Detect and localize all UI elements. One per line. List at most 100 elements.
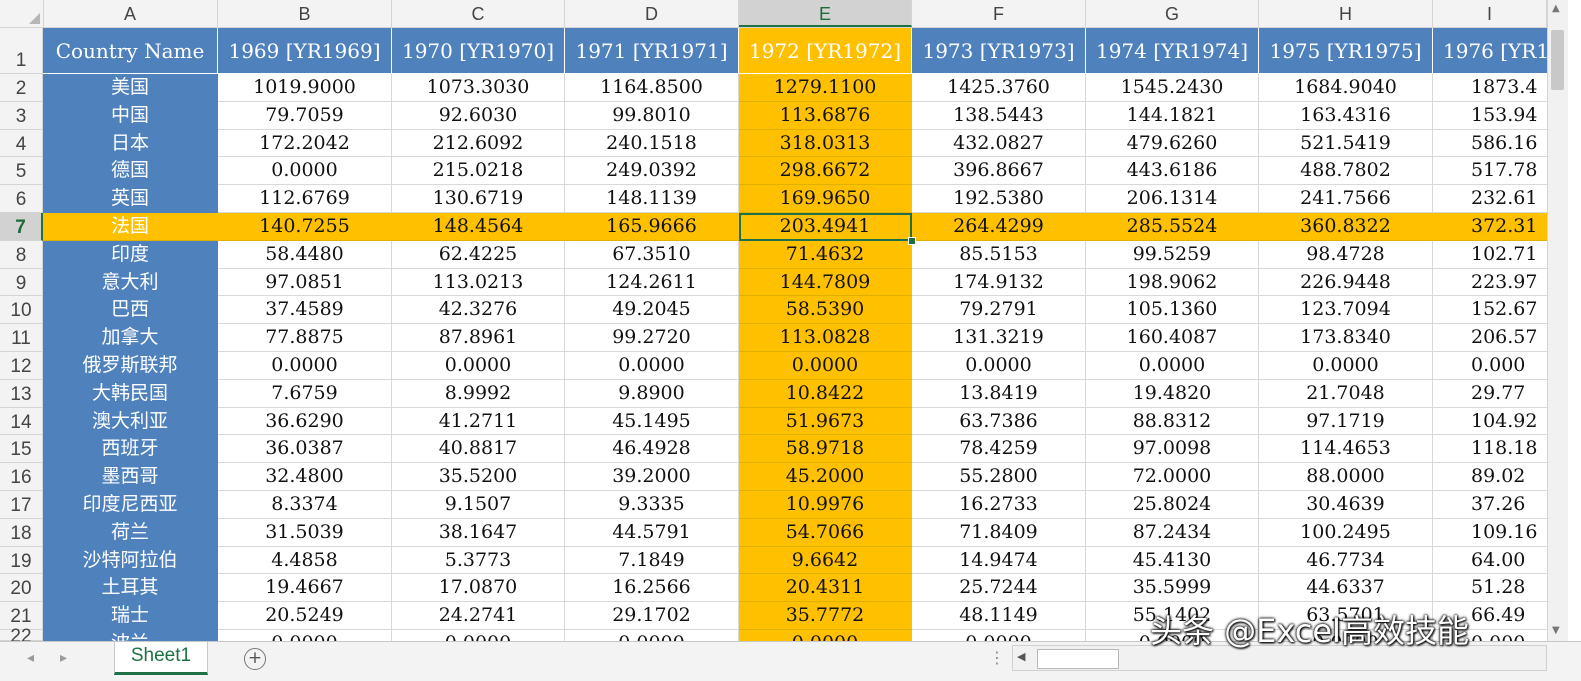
data-cell[interactable]: 58.5390	[739, 296, 912, 325]
data-cell[interactable]: 0.0000	[218, 630, 392, 641]
data-cell[interactable]: 215.0218	[392, 157, 565, 186]
data-cell[interactable]: 25.7244	[912, 574, 1086, 603]
header-cell[interactable]: 1975 [YR1975]	[1259, 28, 1433, 74]
data-cell[interactable]: 8.3374	[218, 491, 392, 519]
country-name-cell[interactable]: 澳大利亚	[43, 407, 218, 436]
data-cell[interactable]: 100.2495	[1259, 518, 1433, 547]
row-header[interactable]: 1	[0, 28, 43, 74]
data-cell[interactable]: 173.8340	[1259, 324, 1433, 352]
data-cell[interactable]: 79.7059	[218, 101, 392, 130]
data-cell[interactable]: 97.1719	[1259, 407, 1433, 436]
column-header-d[interactable]: D	[565, 0, 739, 27]
data-cell[interactable]: 109.16	[1433, 519, 1547, 547]
country-name-cell[interactable]: 美国	[43, 74, 218, 102]
data-cell[interactable]: 87.2434	[1086, 518, 1259, 547]
row-header[interactable]: 18	[0, 518, 43, 547]
data-cell[interactable]: 118.18	[1433, 435, 1547, 464]
data-cell[interactable]: 20.5249	[218, 602, 392, 630]
data-cell[interactable]: 586.16	[1433, 130, 1547, 158]
data-cell[interactable]: 7.6759	[218, 379, 392, 408]
column-header-b[interactable]: B	[218, 0, 392, 27]
data-cell[interactable]: 99.2720	[565, 324, 739, 352]
data-cell[interactable]: 51.9673	[739, 407, 912, 436]
data-cell[interactable]: 99.8010	[565, 101, 739, 130]
next-sheet-icon[interactable]: ▸	[60, 650, 67, 666]
country-name-cell[interactable]: 墨西哥	[43, 463, 218, 491]
column-header-g[interactable]: G	[1086, 0, 1259, 27]
data-cell[interactable]: 32.4800	[218, 463, 392, 491]
row-header[interactable]: 7	[0, 213, 43, 241]
data-cell[interactable]: 40.8817	[392, 435, 565, 464]
active-cell[interactable]: 203.4941	[739, 213, 912, 241]
data-cell[interactable]: 45.4130	[1086, 546, 1259, 575]
row-header[interactable]: 3	[0, 101, 43, 130]
data-cell[interactable]: 112.6769	[218, 185, 392, 213]
data-cell[interactable]: 148.4564	[392, 213, 565, 241]
data-cell[interactable]: 97.0851	[218, 268, 392, 297]
column-header-a[interactable]: A	[43, 0, 218, 27]
add-sheet-icon[interactable]: +	[244, 648, 266, 670]
data-cell[interactable]: 153.94	[1433, 102, 1547, 130]
data-cell[interactable]: 396.8667	[912, 157, 1086, 186]
country-name-cell[interactable]: 印度	[43, 240, 218, 269]
data-cell[interactable]: 102.71	[1433, 241, 1547, 269]
data-cell[interactable]: 223.97	[1433, 269, 1547, 297]
data-cell[interactable]: 160.4087	[1086, 324, 1259, 352]
data-cell[interactable]: 138.5443	[912, 101, 1086, 130]
data-cell[interactable]: 0.0000	[1259, 352, 1433, 380]
data-cell[interactable]: 206.1314	[1086, 185, 1259, 213]
data-cell[interactable]: 9.3335	[565, 491, 739, 519]
data-cell[interactable]: 49.2045	[565, 296, 739, 325]
data-cell[interactable]: 99.5259	[1086, 240, 1259, 269]
select-all-corner[interactable]	[0, 0, 44, 27]
data-cell[interactable]: 192.5380	[912, 185, 1086, 213]
country-name-cell[interactable]: 瑞士	[43, 602, 218, 630]
data-cell[interactable]: 7.1849	[565, 546, 739, 575]
data-cell[interactable]: 24.2741	[392, 602, 565, 630]
column-header-c[interactable]: C	[392, 0, 565, 27]
scroll-up-icon[interactable]: ▲	[1552, 3, 1560, 14]
row-header[interactable]: 15	[0, 435, 43, 464]
data-cell[interactable]: 360.8322	[1259, 213, 1433, 241]
country-name-cell[interactable]: 荷兰	[43, 518, 218, 547]
data-cell[interactable]: 97.0098	[1086, 435, 1259, 464]
data-cell[interactable]: 72.0000	[1086, 463, 1259, 491]
data-cell[interactable]: 232.61	[1433, 185, 1547, 213]
column-header-h[interactable]: H	[1259, 0, 1433, 27]
row-header[interactable]: 17	[0, 491, 43, 519]
data-cell[interactable]: 152.67	[1433, 296, 1547, 325]
data-cell[interactable]: 0.0000	[912, 630, 1086, 641]
data-cell[interactable]: 212.6092	[392, 129, 565, 158]
data-cell[interactable]: 36.0387	[218, 435, 392, 464]
data-cell[interactable]: 131.3219	[912, 324, 1086, 352]
vertical-scrollbar[interactable]: ▲ ▼	[1547, 0, 1568, 641]
country-name-cell[interactable]: 巴西	[43, 296, 218, 325]
data-cell[interactable]: 165.9666	[565, 213, 739, 241]
data-cell[interactable]: 87.8961	[392, 324, 565, 352]
row-header[interactable]: 9	[0, 268, 43, 297]
more-options-icon[interactable]: ⋮	[989, 648, 1005, 667]
country-name-cell[interactable]: 土耳其	[43, 574, 218, 603]
data-cell[interactable]: 264.4299	[912, 213, 1086, 241]
header-cell[interactable]: 1973 [YR1973]	[912, 28, 1086, 74]
data-cell[interactable]: 521.5419	[1259, 129, 1433, 158]
row-header[interactable]: 12	[0, 352, 43, 380]
data-cell[interactable]: 37.4589	[218, 296, 392, 325]
data-cell[interactable]: 45.2000	[739, 463, 912, 491]
data-cell[interactable]: 443.6186	[1086, 157, 1259, 186]
country-name-cell[interactable]: 印度尼西亚	[43, 491, 218, 519]
header-cell[interactable]: 1974 [YR1974]	[1086, 28, 1259, 74]
data-cell[interactable]: 46.4928	[565, 435, 739, 464]
data-cell[interactable]: 44.6337	[1259, 574, 1433, 603]
data-cell[interactable]: 63.7386	[912, 407, 1086, 436]
data-cell[interactable]: 31.5039	[218, 518, 392, 547]
data-cell[interactable]: 48.1149	[912, 602, 1086, 630]
data-cell[interactable]: 0.0000	[912, 352, 1086, 380]
country-name-cell[interactable]: 法国	[43, 213, 218, 241]
country-name-cell[interactable]: 加拿大	[43, 324, 218, 352]
cell-grid[interactable]: Country Name 1969 [YR1969] 1970 [YR1970] 19…	[43, 28, 1547, 641]
data-cell[interactable]: 35.5200	[392, 463, 565, 491]
row-header[interactable]: 19	[0, 546, 43, 575]
row-header[interactable]: 6	[0, 185, 43, 213]
data-cell[interactable]: 46.7734	[1259, 546, 1433, 575]
